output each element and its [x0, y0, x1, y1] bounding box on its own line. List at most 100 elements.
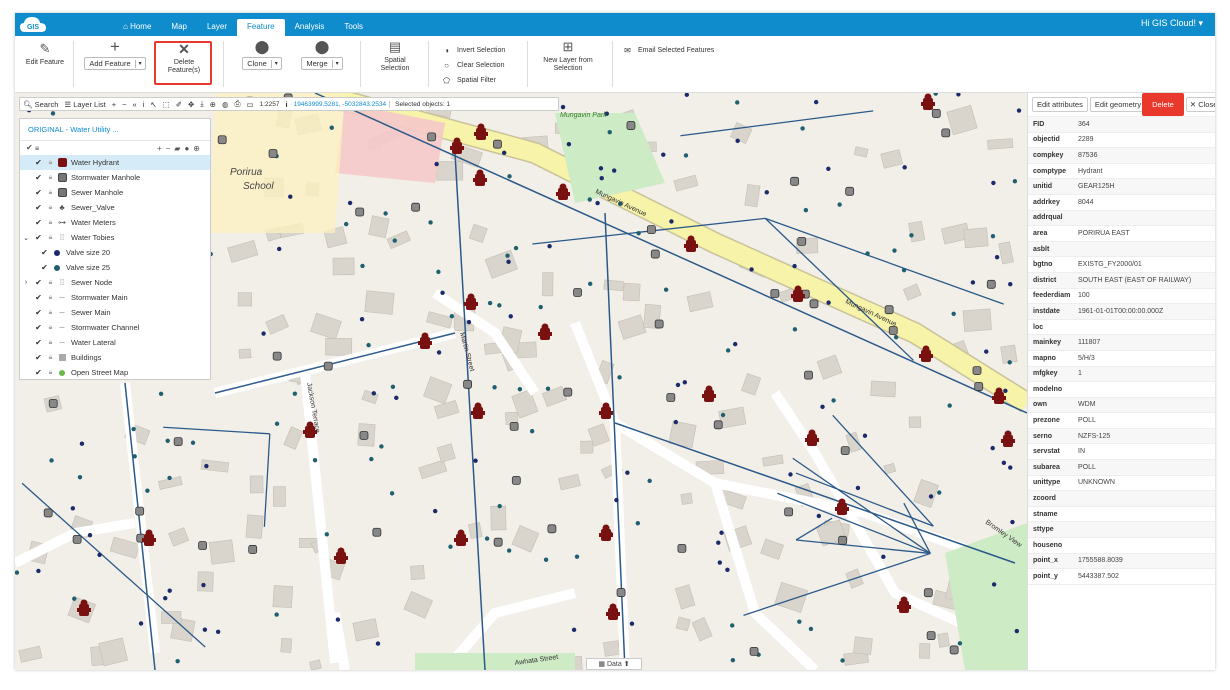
add-layer-icon[interactable]: +: [157, 144, 166, 153]
building: [774, 581, 809, 613]
draw-icon[interactable]: ✐: [173, 100, 185, 109]
visibility-check-icon[interactable]: ✔: [32, 323, 45, 332]
visibility-check-icon[interactable]: ✔: [32, 293, 45, 302]
expand-toggle-icon[interactable]: ⌄: [20, 234, 32, 242]
lock-icon[interactable]: 🔒︎: [45, 189, 56, 197]
lock-icon[interactable]: 🔒︎: [45, 174, 56, 182]
layer-row[interactable]: ✔ 🔒︎ ∼ Sewer Main: [20, 305, 210, 320]
layer-row[interactable]: ✔ 🔒︎ Buildings: [20, 350, 210, 365]
tab-analysis[interactable]: Analysis: [285, 19, 335, 36]
close-panel-button[interactable]: ✕ Close: [1185, 97, 1215, 112]
info-icon[interactable]: i: [140, 100, 148, 109]
visibility-check-icon[interactable]: ✔: [32, 308, 45, 317]
layer-row[interactable]: ✔ Valve size 25: [20, 260, 210, 275]
spatial-selection-button[interactable]: ▤ Spatial Selection: [375, 40, 415, 73]
manhole: [972, 366, 982, 376]
map-title[interactable]: ORIGINAL - Water Utility ...: [20, 119, 210, 141]
search-button[interactable]: 🔍︎ Search: [20, 100, 61, 109]
visibility-check-icon[interactable]: ✔: [32, 353, 45, 362]
visibility-check-icon[interactable]: ✔: [32, 368, 45, 377]
water-toby: [947, 403, 952, 408]
lock-icon[interactable]: 🔒︎: [45, 294, 56, 302]
add-feature-button[interactable]: Add Feature ▾: [84, 57, 146, 70]
globe-icon[interactable]: ◍: [219, 100, 232, 109]
visibility-check-icon[interactable]: ✔: [32, 218, 45, 227]
map-canvas[interactable]: Porirua School Mungavin Park Mungavin Av…: [15, 93, 1027, 670]
pan-icon[interactable]: ✥: [185, 100, 197, 109]
layer-row[interactable]: ✔ 🔒︎ Sewer Manhole: [20, 185, 210, 200]
visibility-check-icon[interactable]: ✔: [38, 248, 51, 257]
lock-icon[interactable]: 🔒︎: [45, 204, 56, 212]
visibility-check-icon[interactable]: ✔: [38, 263, 51, 272]
zoom-in-icon[interactable]: +: [109, 100, 119, 109]
back-icon[interactable]: «: [130, 100, 140, 109]
layer-row[interactable]: ✔ 🔒︎ ⊶ Water Meters: [20, 215, 210, 230]
lock-icon[interactable]: 🔒︎: [45, 339, 56, 347]
edit-attributes-button[interactable]: Edit attributes: [1032, 97, 1088, 112]
layer-row[interactable]: ✔ 🔒︎ ♣ Sewer_Valve: [20, 200, 210, 215]
spatial-filter-button[interactable]: ⬠ Spatial Filter: [442, 76, 496, 85]
edit-geometry-button[interactable]: Edit geometry: [1089, 97, 1147, 112]
visibility-check-icon[interactable]: ✔: [32, 188, 45, 197]
visibility-check-icon[interactable]: ✔: [32, 203, 45, 212]
layer-row[interactable]: ✔ 🔒︎ ∼ Water Lateral: [20, 335, 210, 350]
building: [280, 637, 293, 653]
layer-symbol-icon: [51, 263, 63, 273]
tab-layer[interactable]: Layer: [197, 19, 237, 36]
box-select-icon[interactable]: ⬚: [160, 100, 173, 109]
user-icon[interactable]: ●: [184, 144, 193, 153]
layer-row[interactable]: ✔ 🔒︎ ∼ Stormwater Main: [20, 290, 210, 305]
new-layer-from-selection-button[interactable]: ⊞ New Layer from Selection: [540, 40, 596, 73]
edit-feature-button[interactable]: ✎ Edit Feature: [25, 42, 65, 67]
layer-row[interactable]: ✔ Valve size 20: [20, 245, 210, 260]
layer-row[interactable]: ⌄ ✔ 🔒︎ ⁞⁞ Water Tobies: [20, 230, 210, 245]
lock-icon[interactable]: 🔒︎: [45, 159, 56, 167]
delete-feature-panel-button[interactable]: Delete: [1142, 93, 1184, 116]
layer-list-button[interactable]: ☰ Layer List: [61, 100, 108, 109]
layer-row[interactable]: ✔ 🔒︎ Stormwater Manhole: [20, 170, 210, 185]
visibility-check-icon[interactable]: ✔: [32, 158, 45, 167]
expand-toggle-icon[interactable]: ›: [20, 279, 32, 286]
lock-icon[interactable]: 🔒︎: [45, 369, 56, 377]
user-menu[interactable]: Hi GIS Cloud! ▾: [1141, 18, 1203, 29]
zoom-layer-icon[interactable]: ⊕: [193, 144, 204, 153]
hydrant-marker: [471, 402, 485, 419]
attribute-value: GEAR125H: [1078, 183, 1115, 191]
lock-icon[interactable]: 🔒︎: [45, 309, 56, 317]
manhole: [323, 361, 333, 371]
zoom-area-icon[interactable]: ⊕: [207, 100, 219, 109]
layer-row[interactable]: › ✔ 🔒︎ ⁞⁞ Sewer Node: [20, 275, 210, 290]
email-selected-button[interactable]: ✉ Email Selected Features: [623, 46, 714, 55]
visibility-check-icon[interactable]: ✔: [32, 278, 45, 287]
merge-button[interactable]: Merge ▾: [301, 57, 343, 70]
download-icon[interactable]: ⤓: [197, 99, 206, 109]
tab-map[interactable]: Map: [161, 19, 197, 36]
invert-selection-button[interactable]: ◑ Invert Selection: [442, 46, 505, 55]
data-tab-button[interactable]: ▦ Data ⬆: [586, 658, 642, 670]
visibility-check-icon[interactable]: ✔: [32, 233, 45, 242]
layer-row[interactable]: ✔ 🔒︎ ∼ Stormwater Channel: [20, 320, 210, 335]
zoom-out-icon[interactable]: −: [119, 100, 129, 109]
folder-icon[interactable]: ▰: [174, 144, 184, 153]
lock-icon[interactable]: 🔒︎: [45, 279, 56, 287]
gis-cloud-logo[interactable]: GIS: [19, 15, 47, 34]
tab-home[interactable]: ⌂ Home: [113, 19, 161, 36]
layer-row[interactable]: ✔ 🔒︎ Open Street Map: [20, 365, 210, 380]
print-icon[interactable]: ⎙: [232, 99, 244, 109]
ruler-icon[interactable]: ▭: [244, 100, 257, 109]
clone-button[interactable]: Clone ▾: [242, 57, 282, 70]
lock-icon[interactable]: 🔒︎: [45, 354, 56, 362]
lock-icon[interactable]: 🔒︎: [35, 143, 39, 152]
pointer-icon[interactable]: ↖: [147, 100, 159, 109]
layer-row[interactable]: ✔ 🔒︎ Water Hydrant: [20, 155, 210, 170]
tab-tools[interactable]: Tools: [334, 19, 373, 36]
lock-icon[interactable]: 🔒︎: [45, 234, 56, 242]
clear-selection-button[interactable]: ○ Clear Selection: [442, 61, 504, 70]
lock-icon[interactable]: 🔒︎: [45, 219, 56, 227]
tab-feature[interactable]: Feature: [236, 19, 285, 36]
check-all-icon[interactable]: ✔: [26, 143, 33, 152]
visibility-check-icon[interactable]: ✔: [32, 338, 45, 347]
lock-icon[interactable]: 🔒︎: [45, 324, 56, 332]
remove-layer-icon[interactable]: −: [166, 144, 175, 153]
visibility-check-icon[interactable]: ✔: [32, 173, 45, 182]
